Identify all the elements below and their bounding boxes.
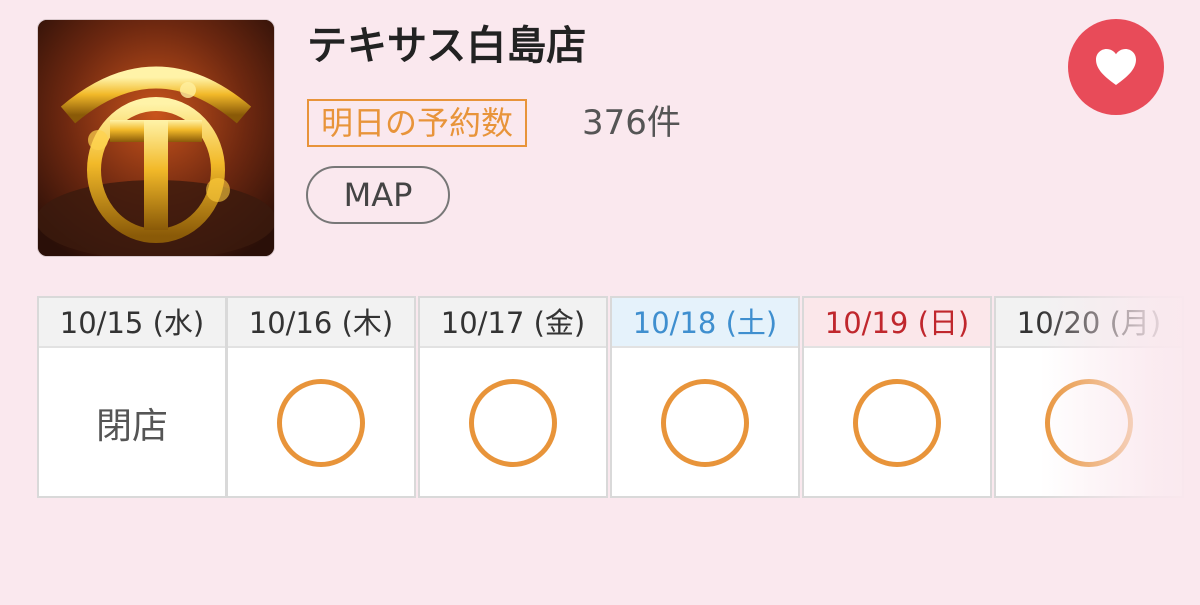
heart-icon (1096, 49, 1136, 85)
available-circle-icon (1045, 379, 1133, 467)
day-header-sunday: 10/19 (日) (804, 298, 990, 348)
closed-status: 閉店 (95, 406, 168, 447)
schedule-day-1016[interactable]: 10/16 (木) (226, 296, 416, 498)
schedule-table: 10/15 (水) 閉店 10/16 (木) 10/17 (金) 10/18 (… (37, 296, 1200, 500)
shop-name: テキサス白島店 (307, 23, 587, 69)
schedule-day-1017[interactable]: 10/17 (金) (418, 296, 608, 498)
reservation-count: 376件 (582, 103, 681, 143)
schedule-day-1019[interactable]: 10/19 (日) (802, 296, 992, 498)
gold-t-logo-image (38, 20, 274, 256)
day-header: 10/20 (月) (996, 298, 1182, 348)
schedule-day-1015[interactable]: 10/15 (水) 閉店 (37, 296, 227, 498)
schedule-day-1020[interactable]: 10/20 (月) (994, 296, 1184, 498)
day-header: 10/17 (金) (420, 298, 606, 348)
shop-logo (37, 19, 275, 257)
day-header: 10/16 (木) (228, 298, 414, 348)
day-header-saturday: 10/18 (土) (612, 298, 798, 348)
schedule-day-1018[interactable]: 10/18 (土) (610, 296, 800, 498)
map-button[interactable]: MAP (306, 166, 450, 224)
favorite-button[interactable] (1068, 19, 1164, 115)
available-circle-icon (661, 379, 749, 467)
reservation-label-badge: 明日の予約数 (307, 99, 528, 147)
available-circle-icon (277, 379, 365, 467)
day-header: 10/15 (水) (39, 298, 225, 348)
available-circle-icon (853, 379, 941, 467)
available-circle-icon (469, 379, 557, 467)
